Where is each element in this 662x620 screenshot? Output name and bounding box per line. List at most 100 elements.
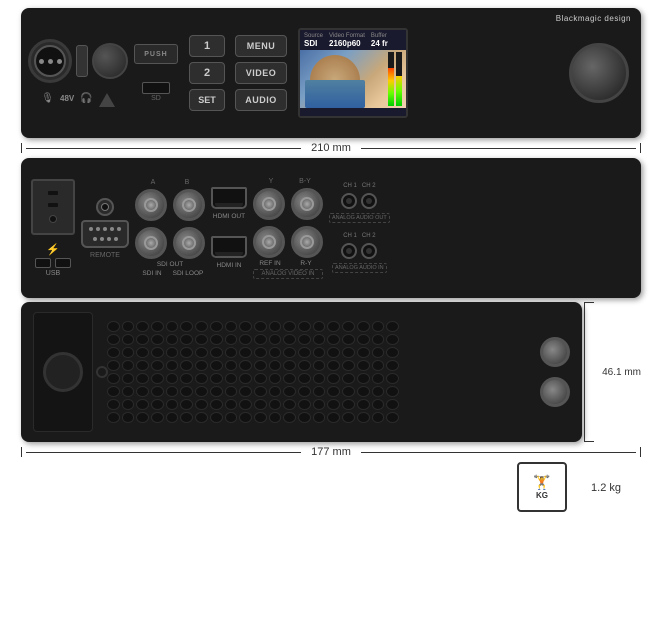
side-dimension-row: 177 mm [21,446,641,458]
hdmi-out-port [211,187,247,209]
circ-connector [96,198,114,216]
side-dim-line-right [361,452,636,453]
sdi-out-group: A B SDI OUT SDI IN SDI LOOP [135,179,205,277]
ref-in-label: REF IN [254,260,286,267]
bnc-r-y [291,226,323,258]
front-width-label: 210 mm [305,142,357,154]
hdmi-out-label: HDMI OUT [213,213,245,220]
power-section: ⚡ USB [31,179,75,277]
menu-button[interactable]: MENU [235,35,287,57]
push-area: PUSH SD [131,44,181,102]
side-dim-tick-right [640,447,641,457]
db9-pin [107,237,111,241]
dim-tick-left [21,143,22,153]
audio-out-ch2 [361,193,377,209]
analog-audio-out-section: CH 1 CH 2 ANALOG AUDIO OUT CH 1 CH 2 ANA… [329,183,390,273]
vent-grid [103,317,403,427]
analog-video-in-label: ANALOG VIDEO IN [253,269,323,279]
ry-extra-bncs [253,226,323,258]
bnc-sdi-loop [173,227,205,259]
weight-icon: 🏋 [533,474,550,491]
front-dimension-row: 210 mm [21,142,641,154]
power-round [49,215,57,223]
db9-pin [100,237,104,241]
button-2[interactable]: 2 [189,62,225,84]
power-slot-right [48,203,58,207]
analog-audio-out-label: ANALOG AUDIO OUT [329,213,390,223]
xlr-pin [48,59,53,64]
db9-connector [81,220,129,248]
ch1-in-label: CH 1 CH 2 [343,233,375,239]
button-1[interactable]: 1 [189,35,225,57]
headphone-icon: 🎧 [80,93,92,104]
push-label: PUSH [144,51,167,58]
lcd-format-value: 2160p60 [329,39,365,48]
bnc-b-y [291,188,323,220]
lcd-audio-meters [388,52,402,106]
remote-section: REMOTE [81,198,129,259]
headphone-jack [76,45,88,77]
front-right-section [569,43,629,103]
side-left-cap [33,312,93,432]
lcd-buffer: Buffer 24 fr [371,33,388,48]
dim-tick-right [640,143,641,153]
mounting-screw [96,366,108,378]
xlr-pins [39,59,62,64]
rear-panel: ⚡ USB [21,158,641,298]
annot-line-top [584,302,594,303]
volume-triangle [99,93,115,107]
weight-value-container: 1.2 kg [591,478,621,496]
lcd-preview-image [300,50,406,108]
weight-value: 1.2 kg [591,482,621,494]
lcd-source: Source SDI [304,33,323,48]
lcd-format: Video Format 2160p60 [329,33,365,48]
side-row: 46.1 mm [21,302,641,442]
db9-pin [93,237,97,241]
height-label: 46.1 mm [588,367,641,378]
lcd-footer [300,108,406,118]
rear-panel-wrapper: ⚡ USB [21,158,641,298]
sdi-in-bncs [135,227,205,259]
lcd-header: Source SDI Video Format 2160p60 Buffer 2… [300,30,406,50]
xlr-pin [57,59,62,64]
bnc-ref-in [253,188,285,220]
db9-pin [89,227,93,231]
audio-button[interactable]: AUDIO [235,89,287,111]
hdmi-section: HDMI OUT HDMI IN [211,187,247,269]
weight-kg-label: KG [536,491,548,500]
sdi-a-label: A [137,179,169,186]
button-set[interactable]: SET [189,89,225,111]
main-container: Blackmagic design [0,0,662,620]
push-button[interactable]: PUSH [134,44,178,64]
sd-slot [142,82,170,94]
menu-buttons: MENU VIDEO AUDIO [235,35,290,111]
usb-label: USB [46,270,60,277]
hdmi-in-port [211,236,247,258]
db9-pin [103,227,107,231]
bnc-sdi-out-a [135,189,167,221]
annot-vert-line [584,302,585,442]
video-button[interactable]: VIDEO [235,62,287,84]
hdmi-in-label: HDMI IN [217,262,242,269]
y-label: Y [255,178,287,185]
brand-logo: Blackmagic design [556,14,631,23]
main-knob[interactable] [569,43,629,103]
audio-out-jacks [341,193,377,209]
power-socket [31,179,75,235]
audio-in-jacks [341,243,377,259]
front-left-section: 🎙 48V 🎧 [33,39,123,107]
dim-line [26,148,301,149]
weight-badge: 🏋 KG [517,462,567,512]
usb-ports [35,258,71,268]
volume-knob[interactable] [92,43,128,79]
mic-icon: 🎙 [41,93,54,104]
audio-out-ch1 [341,193,357,209]
front-panel: Blackmagic design [21,8,641,138]
number-buttons: 1 2 SET [189,35,227,111]
circ-inner [101,203,109,211]
sdi-loop-label: SDI LOOP [172,270,204,277]
lcd-buffer-value: 24 fr [371,39,388,48]
xlr-pin [39,59,44,64]
lcd-meter-right [396,52,402,106]
bnc-analog-1 [253,226,285,258]
